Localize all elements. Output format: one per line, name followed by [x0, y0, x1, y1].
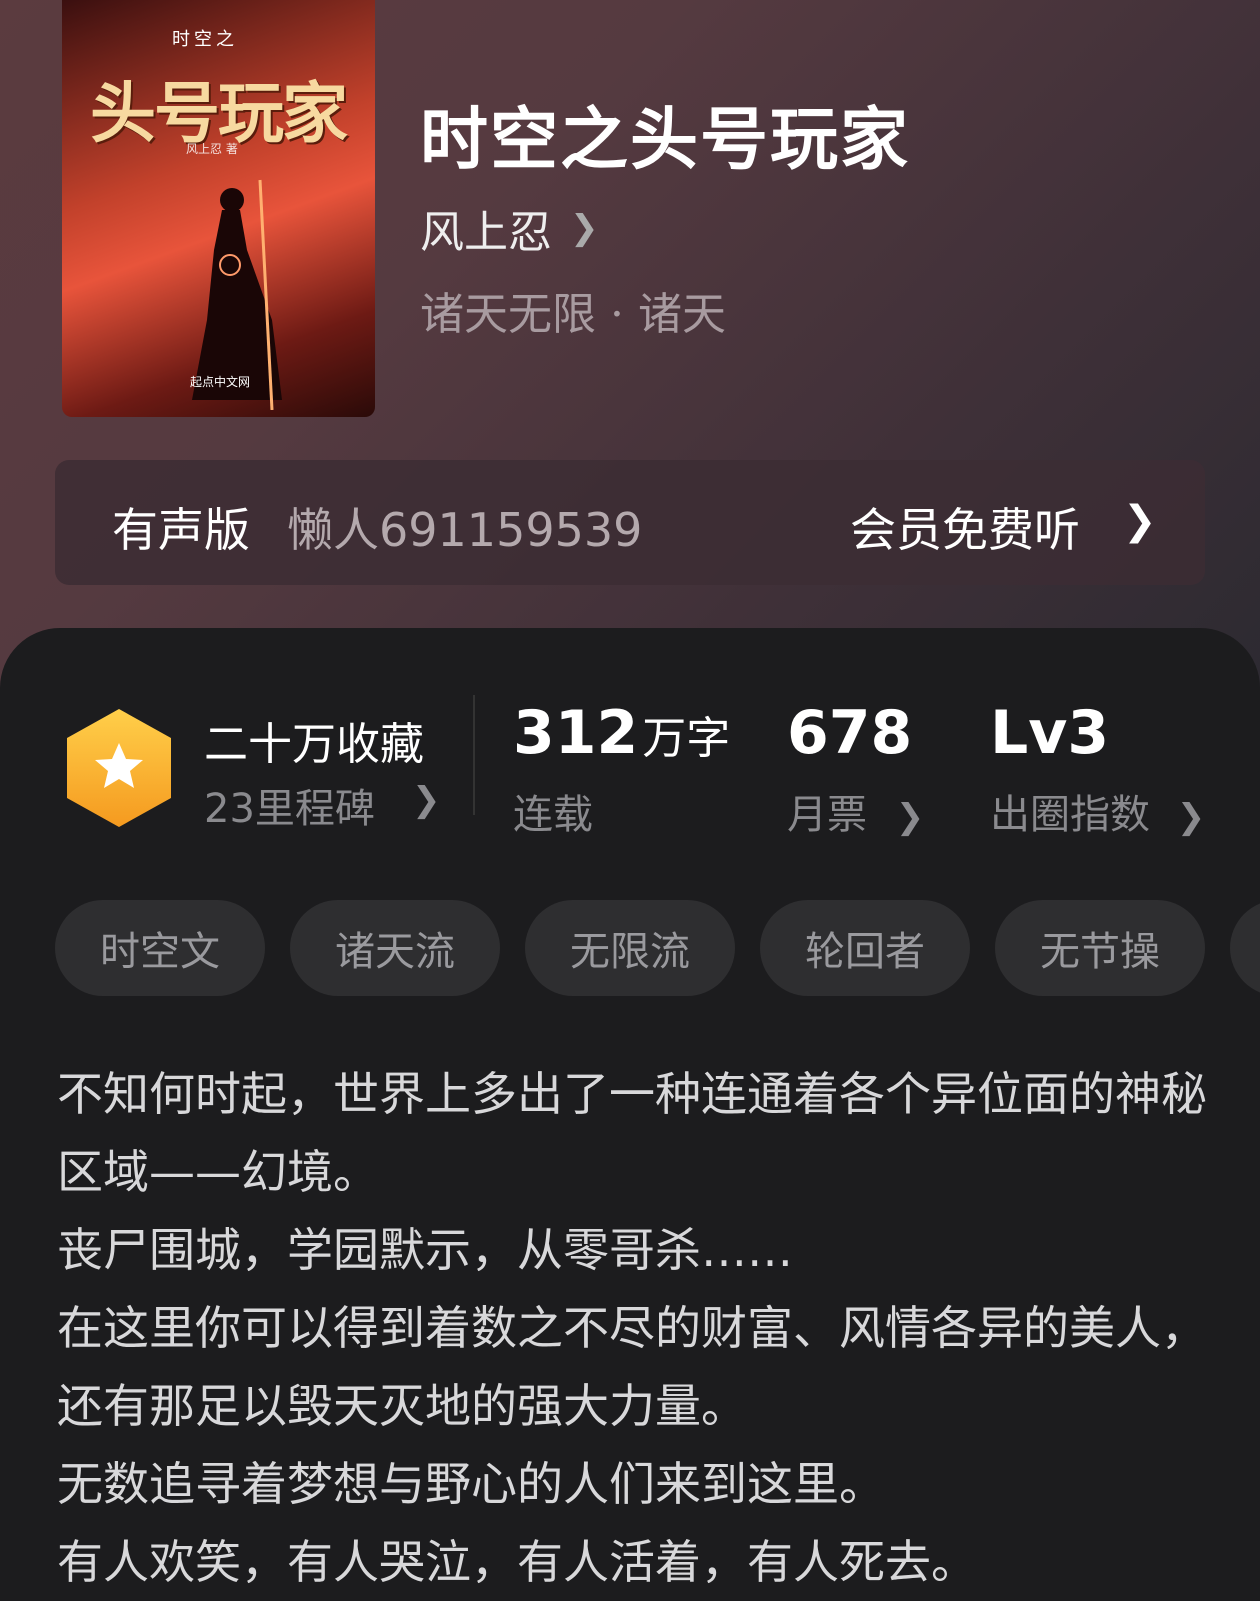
audiobook-bar[interactable]: 有声版 懒人691159539 会员免费听 ❯ [55, 460, 1205, 585]
chevron-right-icon: ❯ [1123, 498, 1157, 544]
genre-label[interactable]: 诸天无限 · 诸天 [420, 278, 726, 342]
tag-chip-partial[interactable] [1230, 900, 1260, 996]
chevron-right-icon: ❯ [895, 797, 925, 837]
synopsis-paragraph: 无数追寻着梦想与野心的人们来到这里。 [57, 1457, 885, 1511]
favorites-count[interactable]: 二十万收藏 [204, 708, 424, 772]
popularity-index-link[interactable]: 出圈指数 ❯ [990, 782, 1205, 840]
monthly-votes-value[interactable]: 678 [787, 698, 912, 768]
monthly-votes-link[interactable]: 月票 ❯ [787, 782, 924, 840]
tag-list: 时空文 诸天流 无限流 轮回者 无节操 [55, 900, 1260, 1000]
chevron-right-icon: ❯ [412, 780, 441, 820]
tag-chip[interactable]: 时空文 [55, 900, 265, 996]
cover-author: 风上忍 著 [186, 142, 238, 156]
tag-chip[interactable]: 轮回者 [760, 900, 970, 996]
book-synopsis[interactable]: 不知何时起，世界上多出了一种连通着各个异位面的神秘区域——幻境。 丧尸围城，学园… [57, 1055, 1217, 1601]
book-title: 时空之头号玩家 [420, 100, 911, 180]
synopsis-paragraph: 有人欢笑，有人哭泣，有人活着，有人死去。 [57, 1535, 977, 1589]
cover-badge: 时空之 [172, 29, 238, 50]
serial-status: 连载 [513, 792, 593, 838]
popularity-index-label: 出圈指数 [990, 792, 1150, 838]
member-free-listen-button[interactable]: 会员免费听 [850, 494, 1080, 560]
audiobook-narrator: 懒人691159539 [287, 503, 643, 557]
audiobook-label: 有声版 [112, 503, 250, 557]
tag-chip[interactable]: 诸天流 [290, 900, 500, 996]
word-count-value: 312 [513, 698, 639, 768]
synopsis-paragraph: 不知何时起，世界上多出了一种连通着各个异位面的神秘区域——幻境。 [57, 1067, 1207, 1199]
milestone-count[interactable]: 23里程碑 [204, 776, 375, 834]
stats-divider [473, 695, 475, 815]
star-badge-icon[interactable] [65, 707, 173, 829]
cover-publisher: 起点中文网 [190, 375, 251, 389]
chevron-right-icon: ❯ [1176, 797, 1206, 837]
tag-chip[interactable]: 无限流 [525, 900, 735, 996]
book-cover[interactable]: 时空之 头号玩家 风上忍 著 起点中文网 [62, 0, 375, 417]
chevron-right-icon: ❯ [570, 208, 599, 248]
level-value[interactable]: Lv3 [990, 698, 1109, 768]
author-link[interactable]: 风上忍 ❯ [420, 196, 599, 260]
author-name: 风上忍 [420, 207, 552, 258]
synopsis-paragraph: 丧尸围城，学园默示，从零哥杀…… [57, 1223, 793, 1277]
word-count: 312万字 [513, 698, 730, 768]
word-count-unit: 万字 [642, 713, 731, 764]
tag-chip[interactable]: 无节操 [995, 900, 1205, 996]
monthly-votes-label: 月票 [787, 792, 867, 838]
synopsis-paragraph: 在这里你可以得到着数之不尽的财富、风情各异的美人，还有那足以毁天灭地的强大力量。 [57, 1301, 1207, 1433]
